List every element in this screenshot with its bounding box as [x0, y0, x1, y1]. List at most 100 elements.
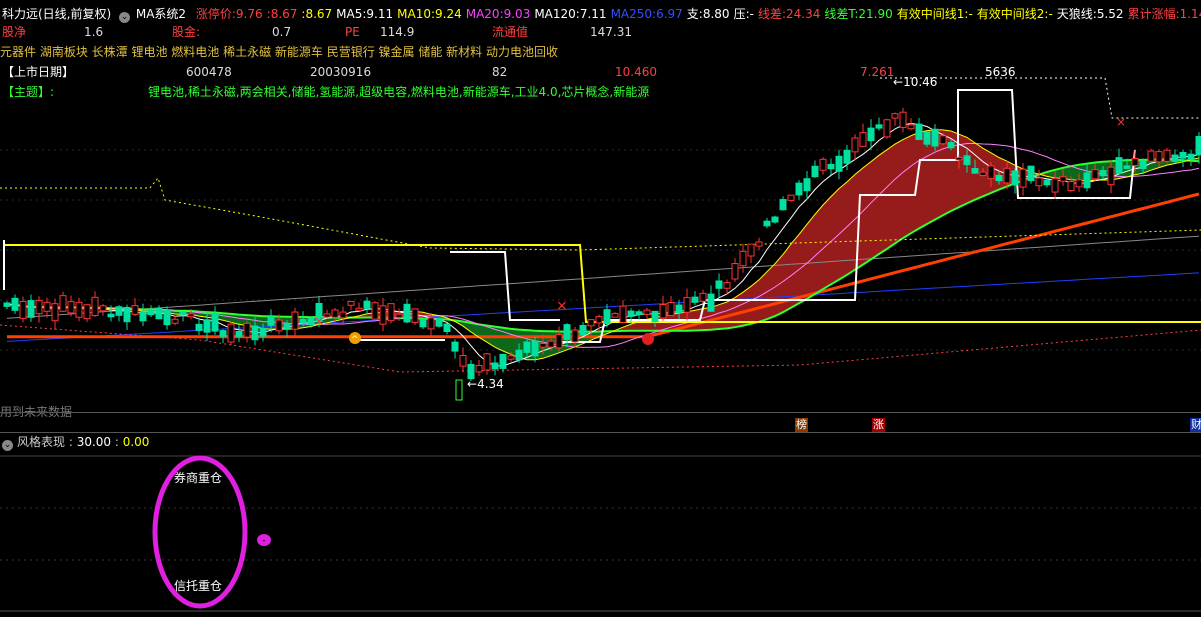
- candle-body: [83, 304, 91, 320]
- indicator-value-number: 9.03: [503, 7, 531, 21]
- candle-body: [203, 319, 211, 333]
- candle-body: [803, 178, 811, 192]
- theme-label: 【主题】:: [2, 85, 55, 99]
- candle-body: [451, 341, 459, 352]
- fundamental-field: 114.9: [380, 25, 415, 39]
- candle-body: [755, 241, 763, 247]
- top-value-label: 5636: [985, 65, 1016, 79]
- candle-body: [835, 155, 843, 172]
- candle-body: [131, 305, 139, 315]
- candle-body: [323, 313, 331, 318]
- candle-body: [691, 296, 699, 303]
- fundamental-field: 股金:: [172, 25, 201, 39]
- candle-body: [563, 324, 571, 341]
- candle-body: [443, 323, 451, 333]
- candle-body: [939, 135, 947, 145]
- candle-body: [1091, 169, 1099, 180]
- candle-body: [427, 317, 435, 330]
- fundamental-field: 流通值: [492, 25, 529, 39]
- candle-body: [947, 142, 955, 149]
- indicator-value-number: 5.52: [1096, 7, 1124, 21]
- candle-body: [923, 131, 931, 145]
- candle-body: [971, 168, 979, 174]
- candle-body: [875, 124, 883, 129]
- listing-field: 【上市日期】: [2, 65, 75, 79]
- collapse-icon[interactable]: ⌄: [119, 12, 131, 23]
- low-price-value: 4.34: [477, 377, 504, 391]
- indicator-value-item: 天狼线:5.52: [1057, 7, 1124, 21]
- candle-body: [907, 124, 915, 130]
- candle-body: [235, 330, 243, 337]
- indicator-value-item: MA10:9.24: [397, 7, 462, 21]
- candle-body: [699, 292, 707, 302]
- candle-body: [1099, 170, 1107, 177]
- trend-ribbon: [743, 286, 751, 326]
- candle-body: [403, 303, 411, 323]
- candle-body: [739, 250, 747, 267]
- candle-body: [571, 329, 579, 343]
- candle-body: [643, 309, 651, 315]
- candle-body: [715, 280, 723, 289]
- candle-body: [1195, 136, 1201, 156]
- candle-body: [627, 310, 635, 317]
- candle-body: [19, 300, 27, 319]
- fundamental-field: PE: [345, 25, 360, 39]
- low-volume-bar: [455, 379, 463, 401]
- candle-body: [379, 305, 387, 325]
- candle-body: [531, 340, 539, 357]
- indicator-title[interactable]: 风格表现: [17, 435, 65, 449]
- candle-body: [179, 311, 187, 316]
- candle-body: [331, 309, 339, 318]
- trend-ribbon: [871, 155, 879, 260]
- listing-field: 10.460: [615, 65, 657, 79]
- trust-heavy-label: 信托重仓: [174, 579, 223, 593]
- indicator-value-number: 24.34: [785, 7, 821, 21]
- ranking-marker[interactable]: 榜: [795, 418, 808, 432]
- candle-body: [1171, 154, 1179, 162]
- main-chart[interactable]: × × × ^: [0, 0, 1201, 412]
- fundamental-field: 股净: [2, 25, 27, 39]
- trend-ribbon: [911, 132, 919, 234]
- candle-body: [1035, 177, 1043, 187]
- candle-body: [155, 307, 163, 320]
- indicator-value-item: 线差T:21.90: [824, 7, 892, 21]
- candle-body: [859, 132, 867, 147]
- candle-body: [291, 311, 299, 330]
- indicator-value-label: 压:-: [733, 7, 754, 21]
- indicator-value-item: 线差:24.34: [758, 7, 820, 21]
- candle-body: [11, 297, 19, 311]
- limit-up-marker[interactable]: 涨: [872, 418, 885, 432]
- candle-body: [267, 316, 275, 326]
- trend-ribbon: [775, 254, 783, 317]
- indicator-value-item: 有效中间线2:-: [977, 7, 1053, 21]
- candle-body: [883, 119, 891, 138]
- indicator-name[interactable]: MA系统2: [136, 7, 186, 21]
- candle-body: [747, 243, 755, 257]
- indicator-value-item: 支:8.80: [687, 7, 730, 21]
- candle-body: [299, 318, 307, 324]
- candle-body: [651, 310, 659, 323]
- broker-heavy-label: 券商重仓: [174, 471, 223, 485]
- candle-body: [1083, 172, 1091, 189]
- indicator-value-item: 涨停价:9.76: [196, 7, 263, 21]
- indicator-value-label: MA5:: [336, 7, 367, 21]
- peak-price-label: ←10.46: [893, 75, 938, 89]
- candle-body: [227, 323, 235, 343]
- chart-header: 科力远(日线,前复权) ⌄ MA系统2 涨停价:9.76:8.67:8.67 MA…: [2, 6, 1201, 23]
- trend-ribbon: [903, 135, 911, 239]
- candle-body: [915, 123, 923, 141]
- finance-marker[interactable]: 财: [1190, 418, 1201, 432]
- candle-body: [211, 313, 219, 332]
- candle-body: [635, 311, 643, 315]
- candle-body: [75, 301, 83, 318]
- concept-list: 元器件 湖南板块 长株潭 锂电池 燃料电池 稀土永磁 新能源车 民营银行 镍金属…: [0, 45, 558, 59]
- candle-body: [811, 165, 819, 178]
- fundamental-field: 0.7: [272, 25, 292, 39]
- panel-divider: [0, 412, 1201, 413]
- candle-body: [1155, 151, 1163, 163]
- indicator-value-label: MA250:: [610, 7, 657, 21]
- collapse-icon[interactable]: ⌄: [2, 440, 13, 451]
- candle-body: [243, 322, 251, 338]
- candle-body: [667, 301, 675, 317]
- pivot-step-line: [3, 240, 445, 341]
